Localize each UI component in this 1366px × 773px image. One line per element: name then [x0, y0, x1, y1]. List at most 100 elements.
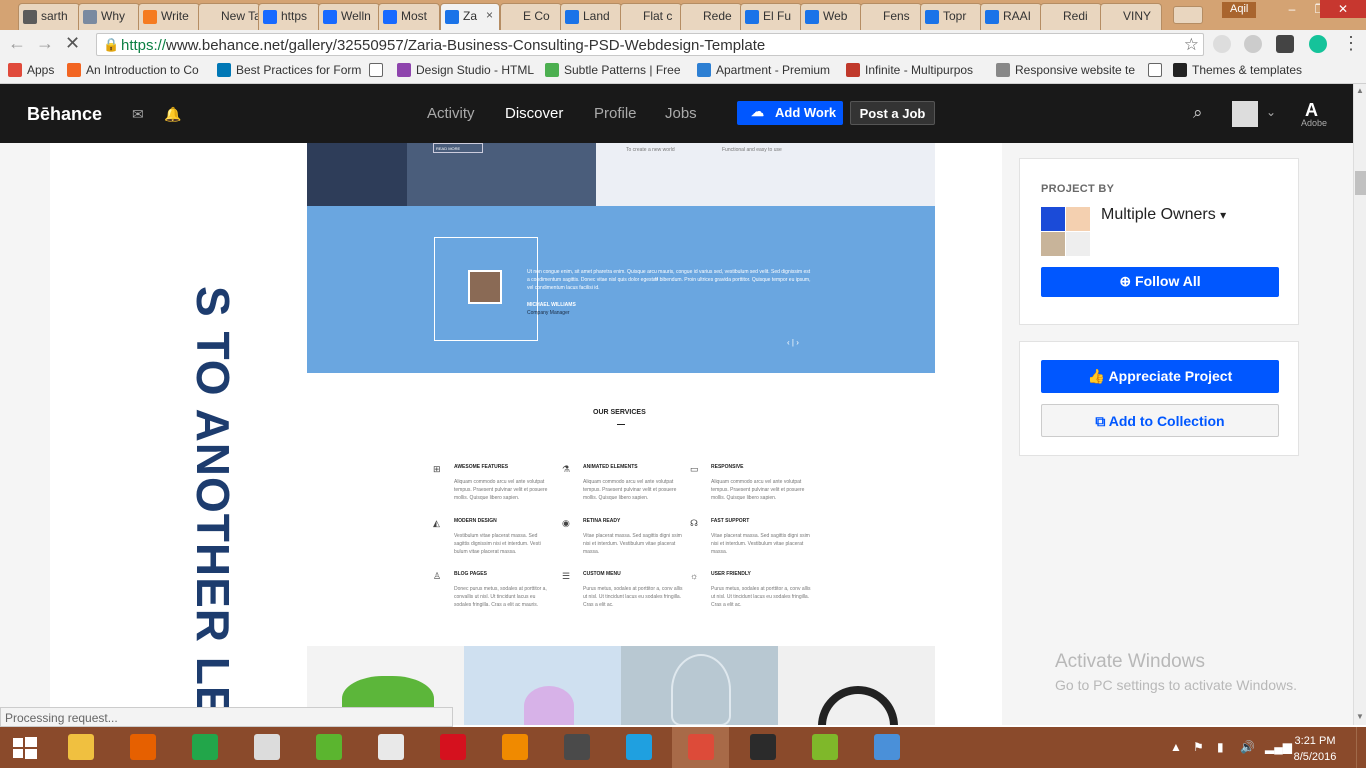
browser-tab[interactable]: Why — [78, 3, 140, 30]
appreciate-button[interactable]: 👍 Appreciate Project — [1041, 360, 1279, 393]
bookmark-item[interactable]: An Introduction to Co — [67, 63, 199, 77]
taskbar-app-button[interactable] — [424, 727, 481, 768]
browser-tab[interactable]: Za × — [440, 3, 500, 30]
browser-tab[interactable]: RAAI — [980, 3, 1042, 30]
follow-all-button[interactable]: ⊕ Follow All — [1041, 267, 1279, 297]
browser-tab[interactable]: Flat c — [620, 3, 682, 30]
menu-icon[interactable]: ⋮ — [1342, 33, 1360, 54]
page-scrollbar[interactable]: ▲ ▼ — [1353, 84, 1366, 725]
browser-tab[interactable]: Write — [138, 3, 200, 30]
testimonial-name: MICHAEL WILLIAMS — [527, 302, 576, 308]
browser-tab[interactable]: https — [258, 3, 320, 30]
start-button[interactable] — [0, 727, 50, 768]
forward-button[interactable]: → — [36, 33, 54, 54]
extension-icon[interactable] — [1244, 35, 1262, 53]
tray-expand-icon[interactable]: ▲ — [1170, 740, 1182, 754]
address-bar[interactable]: 🔒 https://www.behance.net/gallery/325509… — [96, 33, 1204, 56]
minimize-button[interactable]: – — [1278, 0, 1306, 18]
service-description: Purus metus, sodales at porttitor a, con… — [711, 586, 811, 608]
browser-tab[interactable]: E Co — [500, 3, 562, 30]
browser-tab[interactable]: Land — [560, 3, 622, 30]
show-desktop-button[interactable] — [1356, 727, 1366, 768]
avatar[interactable] — [1232, 101, 1258, 127]
taskbar-app-button[interactable] — [486, 727, 543, 768]
battery-icon[interactable]: ▮ — [1217, 740, 1224, 754]
notifications-icon[interactable]: 🔔 — [164, 106, 181, 123]
new-tab-button[interactable] — [1173, 6, 1203, 24]
profile-name[interactable]: Aqil — [1222, 2, 1257, 18]
grammarly-icon[interactable] — [1309, 35, 1327, 53]
taskbar-app-button[interactable] — [176, 727, 233, 768]
browser-tab[interactable]: sarth — [18, 3, 80, 30]
browser-tab[interactable]: Welln — [318, 3, 380, 30]
browser-tab[interactable]: Web — [800, 3, 862, 30]
url-text[interactable]: https://www.behance.net/gallery/32550957… — [121, 37, 765, 54]
owner-avatar[interactable] — [1066, 207, 1090, 231]
bookmark-item[interactable]: Subtle Patterns | Free — [545, 63, 681, 77]
network-warning-icon[interactable]: ⚑ — [1193, 740, 1204, 754]
taskbar-app-button[interactable] — [300, 727, 357, 768]
nav-discover[interactable]: Discover — [505, 105, 563, 122]
add-work-button[interactable]: ☁ Add Work — [737, 101, 843, 125]
browser-tab[interactable]: VINY — [1100, 3, 1162, 30]
wifi-icon[interactable]: ▂▄▆ — [1265, 740, 1292, 754]
taskbar-app-button[interactable] — [858, 727, 915, 768]
nav-jobs[interactable]: Jobs — [665, 105, 697, 122]
close-window-button[interactable]: ✕ — [1320, 0, 1366, 18]
browser-tab[interactable]: Rede — [680, 3, 742, 30]
browser-tab[interactable]: New Tab — [198, 3, 260, 30]
owner-avatar[interactable] — [1066, 232, 1090, 256]
tab-label: Rede — [703, 9, 732, 23]
bookmark-item[interactable]: Apps — [8, 63, 54, 77]
taskbar-app-button[interactable] — [734, 727, 791, 768]
clock[interactable]: 3:21 PM 8/5/2016 — [1292, 733, 1338, 765]
volume-icon[interactable]: 🔊 — [1240, 740, 1255, 754]
taskbar-app-button[interactable] — [52, 727, 109, 768]
extension-icon[interactable] — [1213, 35, 1231, 53]
owner-avatar[interactable] — [1041, 232, 1065, 256]
browser-tab[interactable]: El Fu — [740, 3, 802, 30]
bookmark-star-icon[interactable]: ☆ — [1184, 35, 1199, 55]
browser-tab[interactable]: Redi — [1040, 3, 1102, 30]
owner-avatars[interactable] — [1041, 207, 1091, 257]
messages-icon[interactable]: ✉ — [132, 106, 144, 123]
taskbar-app-button[interactable] — [114, 727, 171, 768]
add-to-collection-button[interactable]: ⧉ Add to Collection — [1041, 404, 1279, 437]
chevron-down-icon[interactable]: ⌄ — [1266, 105, 1276, 119]
search-icon[interactable]: ⌕ — [1193, 103, 1203, 123]
bookmark-item[interactable]: Best Practices for Form — [217, 63, 361, 77]
extension-icon[interactable] — [1276, 35, 1294, 53]
owners-dropdown[interactable]: Multiple Owners ▾ — [1101, 206, 1226, 224]
stop-loading-button[interactable]: ✕ — [65, 33, 80, 54]
suit-photo — [307, 143, 407, 206]
taskbar-app-button[interactable] — [796, 727, 853, 768]
behance-logo[interactable]: Bēhance — [27, 104, 102, 125]
browser-tab[interactable]: Most — [378, 3, 440, 30]
snipping-tool-icon — [378, 734, 404, 760]
read-more-button[interactable]: READ MORE — [433, 143, 483, 153]
testimonial-pager[interactable]: ‹ | › — [787, 338, 799, 347]
bookmark-item[interactable]: Apartment - Premium — [697, 63, 830, 77]
bookmark-item[interactable]: Design Studio - HTML — [397, 63, 534, 77]
browser-tab[interactable]: Fens — [860, 3, 922, 30]
taskbar-app-button[interactable] — [610, 727, 667, 768]
owner-avatar[interactable] — [1041, 207, 1065, 231]
bookmark-item[interactable]: Responsive website te — [996, 63, 1135, 77]
scrollbar-thumb[interactable] — [1355, 171, 1366, 195]
scroll-down-arrow-icon[interactable]: ▼ — [1356, 712, 1364, 721]
taskbar-app-button[interactable] — [362, 727, 419, 768]
close-tab-icon[interactable]: × — [486, 8, 493, 22]
browser-tab[interactable]: Topr — [920, 3, 982, 30]
taskbar-app-button[interactable] — [672, 727, 729, 768]
nav-profile[interactable]: Profile — [594, 105, 637, 122]
back-button[interactable]: ← — [8, 33, 26, 54]
nav-activity[interactable]: Activity — [427, 105, 475, 122]
scroll-up-arrow-icon[interactable]: ▲ — [1356, 86, 1364, 95]
service-title: BLOG PAGES — [454, 571, 487, 577]
service-description: Aliquam commodo arcu vel ante volutpat t… — [583, 479, 677, 501]
bookmark-item[interactable]: Infinite - Multipurpos — [846, 63, 973, 77]
taskbar-app-button[interactable] — [548, 727, 605, 768]
bookmark-item[interactable]: Themes & templates — [1173, 63, 1302, 77]
taskbar-app-button[interactable] — [238, 727, 295, 768]
post-job-button[interactable]: Post a Job — [850, 101, 935, 125]
